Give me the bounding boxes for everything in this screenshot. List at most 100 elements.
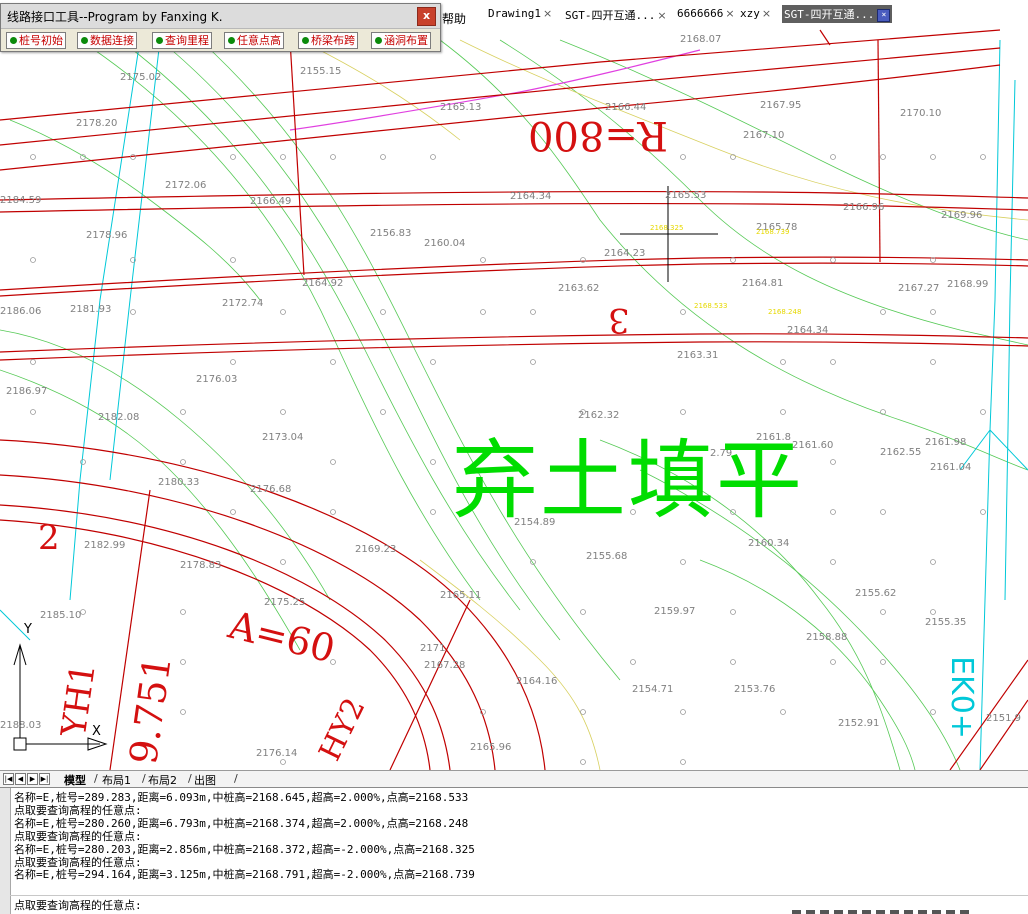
document-tab[interactable]: Drawing1 × [488,7,552,20]
spot-elevation-label: 2152.91 [838,718,880,729]
spot-elevation-label: 2184.59 [0,195,42,206]
tool-window-titlebar[interactable]: 线路接口工具--Program by Fanxing K. x [1,4,440,29]
spot-elevation-label: 2167.95 [760,100,802,111]
drawing-canvas[interactable]: 2168.07 2175.02 2155.15 2165.13 2166.44 2167.… [0,0,1028,770]
command-history-line: 名称=E,桩号=294.164,距离=3.125m,中桩高=2168.791,超… [14,868,475,882]
spot-elevation-label: 2164.81 [742,278,784,289]
spot-elevation-label: 2182.99 [84,540,126,551]
command-history: 名称=E,桩号=289.283,距离=6.093m,中桩高=2168.645,超… [14,791,1014,882]
spot-elevation-label: 2176.14 [256,748,298,759]
tool-button[interactable]: 涵洞布置 [371,32,431,49]
spot-elevation-label: 2185.10 [40,610,82,621]
spot-elevation-label: 2155.35 [925,617,967,628]
spot-elevation-label: 2175.02 [120,72,162,83]
tool-button[interactable]: 桥梁布跨 [298,32,358,49]
tool-button[interactable]: 数据连接 [77,32,137,49]
command-history-line: 点取要查询高程的任意点: [14,829,142,843]
tool-button-label: 数据连接 [90,34,134,47]
layout-tab[interactable]: 布局1 [102,772,131,788]
status-indicator [862,910,871,914]
close-tab-icon[interactable]: × [762,7,771,20]
layout-tab[interactable]: 模型 [64,772,86,788]
spot-elevation-label: 2155.68 [586,551,628,562]
spot-elevation-label: 2181.93 [70,304,112,315]
spot-elevation-label: 2167.27 [898,283,940,294]
menu-help[interactable]: 帮助 [442,10,466,27]
layout-nav-icon[interactable]: |◀ [3,773,14,785]
close-button[interactable]: x [417,7,436,26]
spot-elevation-label: 2163.31 [677,350,719,361]
status-indicator [960,910,969,914]
number-2-label: 2 [38,518,60,558]
spot-elevation-label: 2160.04 [424,238,466,249]
status-indicator [792,910,801,914]
spot-elevation-label: 2169.96 [941,210,983,221]
spot-elevation-label: 2165.11 [440,590,482,601]
status-indicator [918,910,927,914]
layout-nav-icon[interactable]: ▶| [39,773,50,785]
document-tab[interactable]: 6666666 × [677,7,735,20]
spot-elevation-label: 2176.68 [250,484,292,495]
spot-elevation-label: 2153.76 [734,684,776,695]
document-tab-label: SGT-四开互通... [565,9,656,22]
command-prompt[interactable]: 点取要查询高程的任意点: [14,897,142,913]
status-indicator [834,910,843,914]
spot-elevation-label: 2166.49 [250,196,292,207]
tool-button[interactable]: 查询里程 [152,32,212,49]
bullet-icon [10,37,17,44]
queried-elevation-label: 2168.533 [694,302,728,310]
document-tab-label: Drawing1 [488,7,541,20]
drawing-svg [0,29,1028,770]
spot-elevation-label: 2178.20 [76,118,118,129]
document-tab-label: xzy [740,7,760,20]
layout-tab-separator: / [94,772,98,785]
bullet-icon [375,37,382,44]
spot-elevation-label: 2151.9 [986,713,1021,724]
spot-elevation-label: 2169.23 [355,544,397,555]
spot-elevation-label: 2186.06 [0,306,42,317]
spot-elevation-label: 2161.04 [930,462,972,473]
tool-button-label: 桩号初始 [19,34,63,47]
fill-note-label: 弃土填平 [452,431,804,531]
layout-nav-icon[interactable]: ◀ [15,773,26,785]
spot-elevation-label: 2164.92 [302,278,344,289]
bullet-icon [228,37,235,44]
close-tab-icon[interactable]: × [725,7,734,20]
close-tab-icon[interactable]: × [657,9,666,22]
status-indicator [946,910,955,914]
spot-elevation-label: 2166.96 [843,202,885,213]
spot-elevation-label: 2158.88 [806,632,848,643]
ucs-y-label: Y [24,622,32,637]
spot-elevation-label: 2164.34 [787,325,829,336]
spot-elevation-label: 2163.62 [558,283,600,294]
close-tab-icon[interactable]: × [543,7,552,20]
spot-elevation-label: 2188.03 [0,720,42,731]
spot-elevation-label: 2164.23 [604,248,646,259]
command-history-line: 名称=E,桩号=280.203,距离=2.856m,中桩高=2168.372,超… [14,842,475,856]
status-indicator [848,910,857,914]
layout-tab-strip: |◀ ◀ ▶ ▶| 模型 / 布局1/布局2/出图 / [0,770,1028,788]
document-tab-label: 6666666 [677,7,724,20]
spot-elevation-label: 2172.06 [165,180,207,191]
layout-tab[interactable]: 出图 [194,772,216,788]
command-separator [10,895,1028,896]
layout-nav-icon[interactable]: ▶ [27,773,38,785]
document-tab[interactable]: xzy × [740,7,771,20]
spot-elevation-label: 2155.62 [855,588,897,599]
command-history-line: 名称=E,桩号=289.283,距离=6.093m,中桩高=2168.645,超… [14,791,469,804]
tool-button[interactable]: 桩号初始 [6,32,66,49]
document-tab[interactable]: SGT-四开互通... × [782,5,893,23]
close-tab-icon[interactable]: × [877,9,891,22]
tool-button-label: 任意点高 [237,34,281,47]
status-indicator [890,910,899,914]
spot-elevation-label: 2164.34 [510,191,552,202]
spot-elevation-label: 2173.04 [262,432,304,443]
spot-elevation-label: 2178.96 [86,230,128,241]
spot-elevation-label: 2180.33 [158,477,200,488]
tool-window-title: 线路接口工具--Program by Fanxing K. [7,10,223,24]
spot-elevation-label: 2160.34 [748,538,790,549]
tool-button[interactable]: 任意点高 [224,32,284,49]
document-tab[interactable]: SGT-四开互通... × [565,7,667,23]
spot-elevation-label: 2182.08 [98,412,140,423]
layout-tab[interactable]: 布局2 [148,772,177,788]
